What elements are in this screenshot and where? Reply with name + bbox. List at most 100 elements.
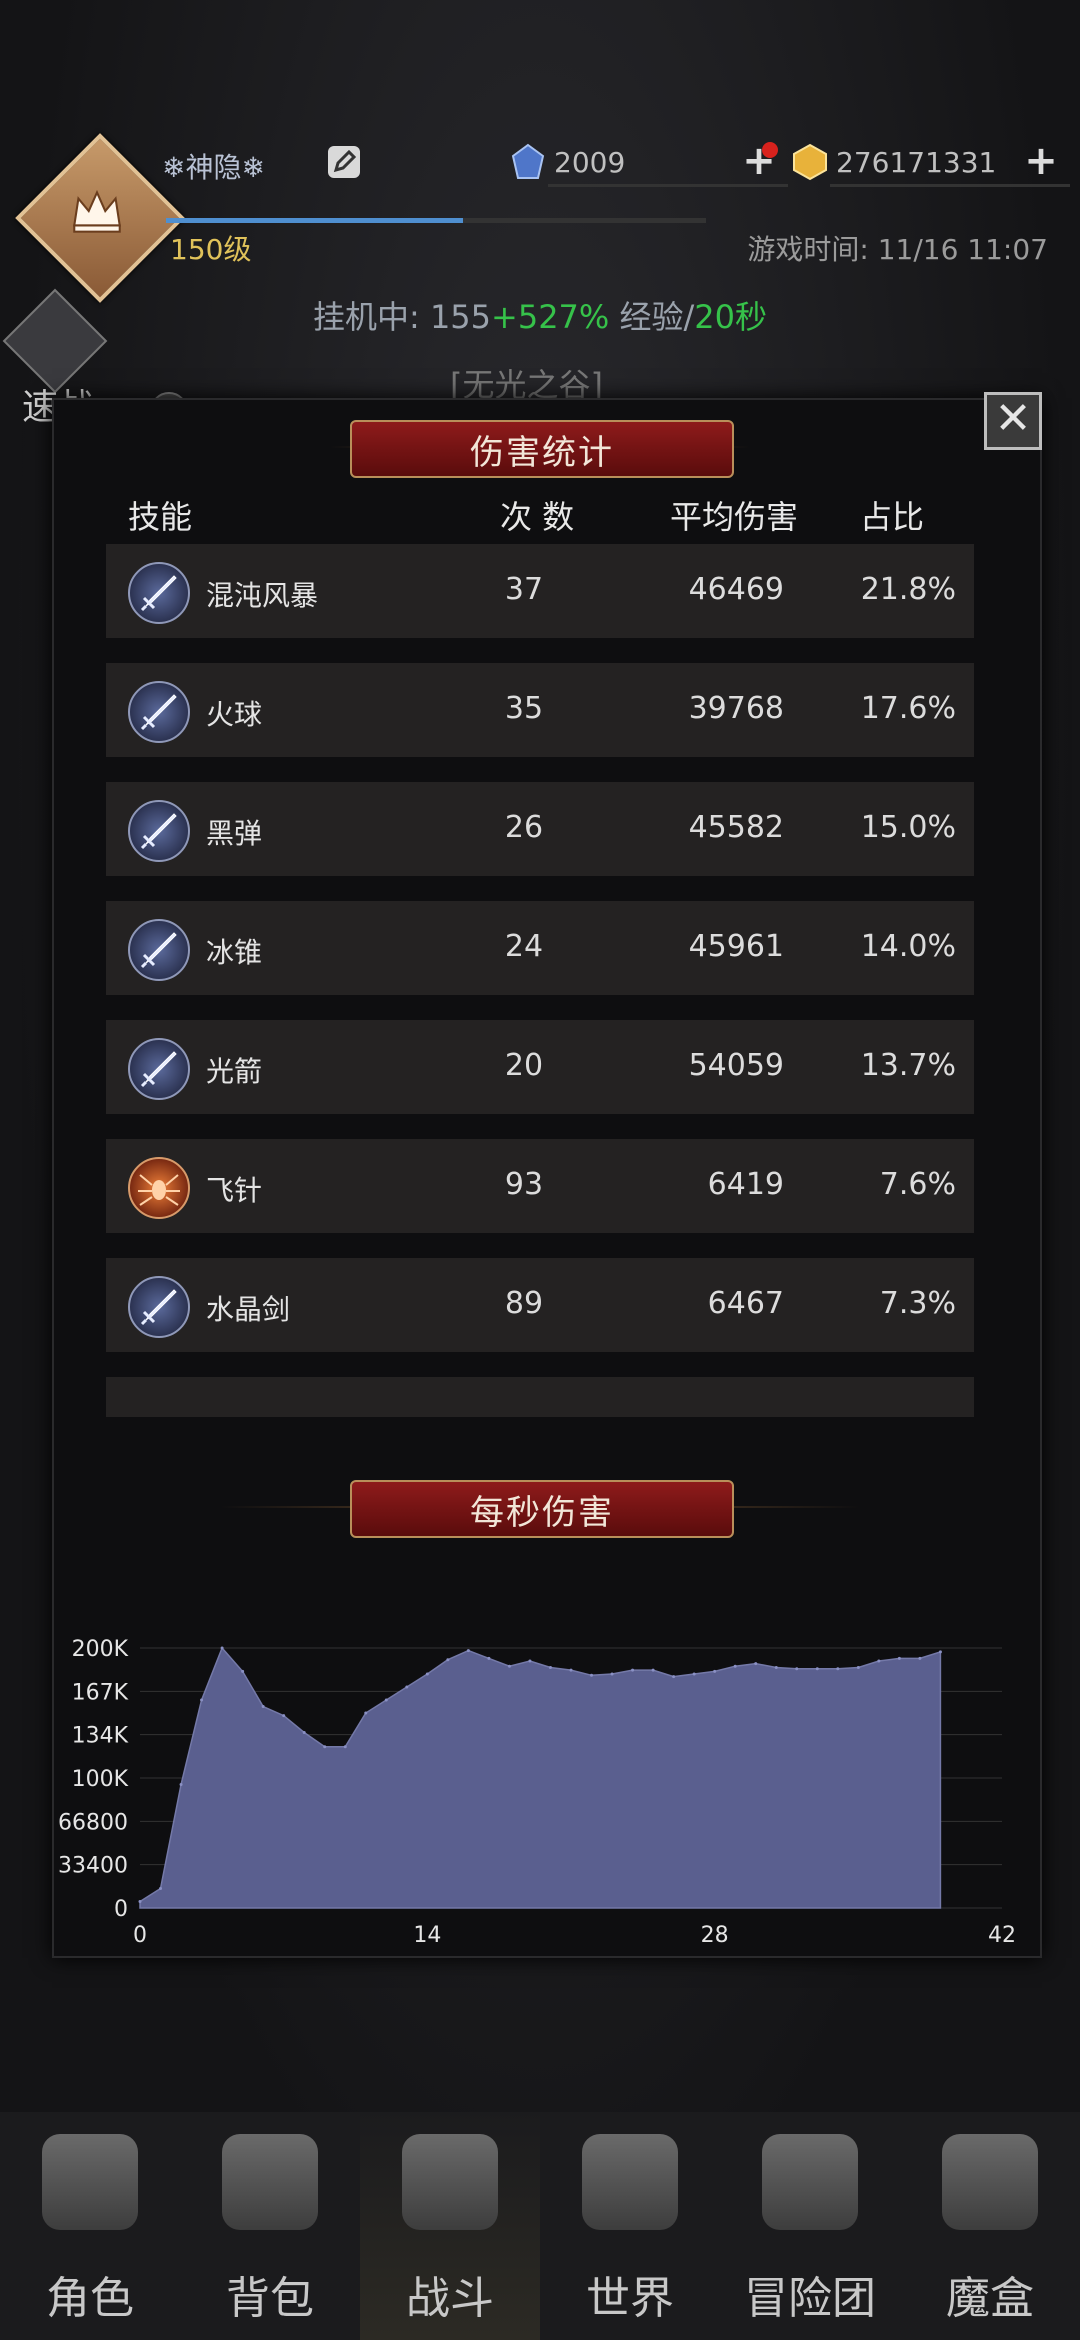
avg-damage: 54059 xyxy=(688,1048,784,1083)
sword-skill-icon xyxy=(128,919,190,981)
x-tick-label: 14 xyxy=(413,1923,441,1948)
idle-status: 挂机中: 155+527% 经验/20秒 xyxy=(312,298,768,336)
sword-skill-icon xyxy=(128,562,190,624)
sword-skill-icon xyxy=(128,1038,190,1100)
skill-name: 混沌风暴 xyxy=(206,579,319,612)
dps-point xyxy=(425,1672,429,1676)
level-text: 150级 xyxy=(170,233,252,266)
helmet-icon xyxy=(42,2134,138,2230)
close-button[interactable]: ✕ xyxy=(984,392,1042,450)
dps-point xyxy=(302,1731,306,1734)
nav-castle[interactable]: 冒险团 xyxy=(720,2112,900,2340)
table-row: 光箭 20 54059 13.7% xyxy=(106,1020,974,1114)
hit-count: 89 xyxy=(504,1286,544,1321)
dps-area-series xyxy=(139,1646,942,1909)
avg-damage: 45961 xyxy=(688,929,784,964)
sword-skill-icon xyxy=(128,800,190,862)
dps-point xyxy=(528,1659,532,1663)
y-tick-label: 100K xyxy=(72,1767,129,1792)
dps-point xyxy=(672,1675,676,1679)
nav-backpack[interactable]: 背包 xyxy=(180,2112,360,2340)
nav-sword-shield[interactable]: 战斗 xyxy=(360,2112,540,2340)
avg-damage: 6419 xyxy=(707,1167,784,1202)
nav-scroll-map[interactable]: 世界 xyxy=(540,2112,720,2340)
dps-point xyxy=(713,1669,717,1673)
dps-point xyxy=(405,1685,409,1689)
column-skill: 技能 xyxy=(128,498,193,536)
x-tick-label: 28 xyxy=(701,1923,729,1948)
damage-percent: 13.7% xyxy=(860,1048,956,1083)
dps-point xyxy=(795,1667,799,1671)
nav-label: 战斗 xyxy=(406,2273,494,2324)
dps-point xyxy=(261,1705,265,1708)
avg-damage: 45582 xyxy=(688,810,784,845)
dps-point xyxy=(487,1656,491,1660)
dps-point xyxy=(241,1669,245,1673)
dps-point xyxy=(179,1783,183,1786)
nav-label: 魔盒 xyxy=(946,2273,1034,2324)
dps-point xyxy=(754,1662,758,1666)
hit-count: 20 xyxy=(504,1048,544,1083)
crystal-resource: 2009 xyxy=(508,140,788,187)
nav-helmet[interactable]: 角色 xyxy=(0,2112,180,2340)
castle-icon xyxy=(762,2134,858,2230)
dps-point xyxy=(343,1745,347,1749)
x-tick-label: 0 xyxy=(133,1923,147,1948)
dps-point xyxy=(446,1658,450,1662)
dps-point xyxy=(610,1672,614,1676)
dps-point xyxy=(569,1668,573,1672)
bottom-nav: 角色 背包 战斗 世界 冒险团 魔盒 xyxy=(0,2112,1080,2340)
sword-shield-icon xyxy=(402,2134,498,2230)
nav-label: 背包 xyxy=(226,2273,314,2324)
y-tick-label: 66800 xyxy=(58,1810,128,1835)
damage-percent: 17.6% xyxy=(860,691,956,726)
dps-point xyxy=(918,1656,922,1660)
nav-label: 世界 xyxy=(586,2273,674,2324)
sword-skill-icon xyxy=(128,681,190,743)
dps-point xyxy=(631,1668,635,1672)
skill-name: 黑弹 xyxy=(206,817,263,850)
dps-point xyxy=(364,1711,368,1715)
skill-name: 火球 xyxy=(206,698,263,731)
dps-point xyxy=(733,1664,737,1668)
nav-cube[interactable]: 魔盒 xyxy=(900,2112,1080,2340)
table-row-partial xyxy=(106,1377,974,1417)
add-gold-button[interactable]: + xyxy=(1024,141,1058,181)
gold-icon xyxy=(793,143,827,181)
player-avatar[interactable]: 21 xyxy=(15,133,188,430)
avg-damage: 46469 xyxy=(688,572,784,607)
avg-damage: 39768 xyxy=(688,691,784,726)
hit-count: 26 xyxy=(504,810,544,845)
crystal-icon xyxy=(511,143,545,179)
notification-dot xyxy=(762,142,778,158)
skill-name: 光箭 xyxy=(206,1055,263,1088)
table-row: 飞针 93 6419 7.6% xyxy=(106,1139,974,1233)
dps-title: 每秒伤害 xyxy=(350,1480,734,1538)
dps-point xyxy=(692,1672,696,1676)
dps-point xyxy=(651,1668,655,1672)
hit-count: 24 xyxy=(504,929,544,964)
dps-point xyxy=(774,1666,778,1669)
hit-count: 35 xyxy=(504,691,544,726)
hit-count: 37 xyxy=(504,572,544,607)
exp-bar xyxy=(166,218,706,223)
dps-point xyxy=(815,1667,819,1671)
dps-point xyxy=(877,1659,881,1663)
dps-point xyxy=(200,1698,204,1702)
y-tick-label: 167K xyxy=(72,1680,129,1705)
dps-point xyxy=(220,1646,224,1650)
column-count: 次 数 xyxy=(500,498,575,536)
cube-icon xyxy=(942,2134,1038,2230)
damage-percent: 7.3% xyxy=(879,1286,956,1321)
hit-count: 93 xyxy=(504,1167,544,1202)
dps-point xyxy=(507,1664,511,1668)
dps-point xyxy=(836,1667,840,1671)
dps-point xyxy=(282,1714,286,1718)
damage-percent: 14.0% xyxy=(860,929,956,964)
scroll-map-icon xyxy=(582,2134,678,2230)
dps-point xyxy=(856,1666,860,1669)
player-name: ❄神隐❄ xyxy=(162,151,265,184)
edit-name-icon[interactable] xyxy=(328,146,360,178)
y-tick-label: 0 xyxy=(114,1897,128,1922)
y-tick-label: 33400 xyxy=(58,1854,128,1879)
